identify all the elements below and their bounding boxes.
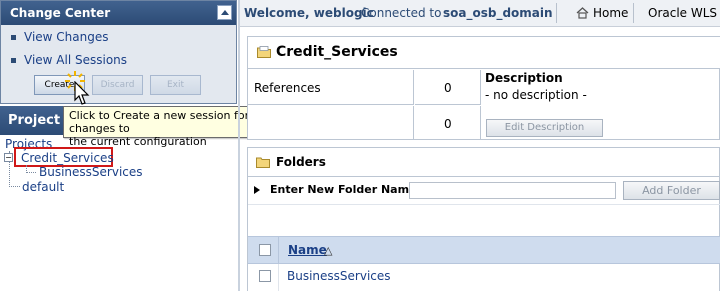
tree-connector: [9, 186, 20, 187]
edit-description-button[interactable]: Edit Description: [486, 119, 603, 137]
name-column-header[interactable]: Name: [288, 243, 327, 257]
expand-arrow-icon: [254, 186, 260, 194]
tree-item-credit-services[interactable]: Credit_Services: [21, 151, 114, 165]
folder-row-business-services[interactable]: BusinessServices: [287, 269, 391, 283]
folders-title: Folders: [276, 155, 326, 169]
home-link[interactable]: Home: [593, 6, 628, 20]
second-row-label-cell: [248, 106, 414, 140]
project-icon: [257, 46, 271, 58]
divider: [556, 3, 557, 23]
project-title: Credit_Services: [276, 44, 398, 60]
exit-button[interactable]: Exit: [150, 75, 201, 95]
tree-item-default[interactable]: default: [22, 180, 64, 194]
view-all-sessions-link[interactable]: View All Sessions: [10, 53, 127, 67]
new-folder-label: Enter New Folder Name:: [270, 183, 421, 196]
change-center-header: Change Center: [1, 1, 236, 25]
domain-name: soa_osb_domain: [443, 6, 553, 20]
divider: [248, 204, 720, 205]
tree-item-business-services[interactable]: BusinessServices: [39, 165, 143, 179]
row-checkbox[interactable]: [259, 270, 271, 282]
column-divider[interactable]: [238, 0, 240, 291]
home-icon[interactable]: [576, 7, 589, 19]
view-changes-link[interactable]: View Changes: [11, 30, 109, 44]
welcome-text: Welcome, weblogic: [244, 6, 374, 20]
add-folder-button[interactable]: Add Folder: [623, 181, 720, 200]
divider: [633, 3, 634, 23]
collapse-icon[interactable]: [217, 5, 232, 20]
new-folder-name-input[interactable]: [409, 182, 616, 199]
change-center-panel: Change Center View Changes View All Sess…: [0, 0, 237, 104]
change-center-button-bar: Create Discard Exit: [32, 75, 232, 97]
second-row-count: 0: [444, 117, 452, 131]
folder-icon: [256, 157, 270, 168]
tree-connector: [26, 172, 36, 173]
references-label: References: [254, 81, 321, 95]
change-center-title: Change Center: [10, 6, 111, 20]
discard-button[interactable]: Discard: [92, 75, 143, 95]
mouse-cursor-icon: [74, 81, 90, 105]
sort-ascending-icon[interactable]: △: [324, 244, 332, 257]
description-value: - no description -: [485, 88, 587, 102]
connected-label: Connected to :: [361, 6, 450, 20]
description-label: Description: [485, 71, 563, 85]
references-count: 0: [444, 81, 452, 95]
oracle-wls-link[interactable]: Oracle WLS C: [648, 6, 720, 20]
project-tree: Projects − Credit_Services BusinessServi…: [0, 135, 237, 291]
tree-collapse-icon[interactable]: −: [4, 153, 13, 162]
select-all-checkbox[interactable]: [259, 244, 271, 256]
